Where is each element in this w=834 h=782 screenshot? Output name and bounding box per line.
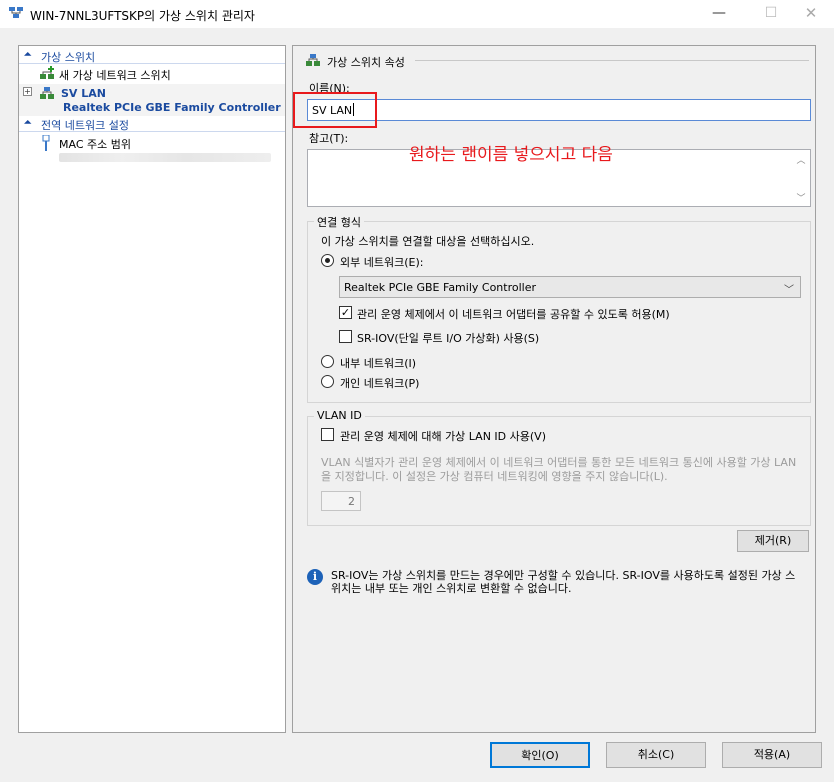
sriov-label: SR-IOV(단일 루트 I/O 가상화) 사용(S): [357, 332, 540, 345]
internal-network-radio[interactable]: [321, 355, 334, 368]
section-global-network[interactable]: ⏶ 전역 네트워크 설정: [19, 116, 285, 132]
section-label: 가상 스위치: [41, 51, 96, 64]
switch-tree-pane: ⏶ 가상 스위치 새 가상 네트워크 스위치 + SV LAN Realtek …: [18, 45, 286, 733]
network-switch-icon: [306, 54, 320, 66]
expand-icon[interactable]: +: [23, 87, 32, 96]
vlan-enable-checkbox[interactable]: [321, 428, 334, 441]
properties-title: 가상 스위치 속성: [327, 56, 405, 69]
allow-share-label: 관리 운영 체제에서 이 네트워크 어댑터를 공유할 수 있도록 허용(M): [357, 308, 670, 321]
ok-button[interactable]: 확인(O): [490, 742, 590, 768]
switch-properties-pane: 가상 스위치 속성 이름(N): SV LAN 참고(T): ︿ ﹀ 원하는 랜…: [292, 45, 816, 733]
highlight-box: [293, 92, 377, 128]
sv-lan-switch-item[interactable]: + SV LAN Realtek PCIe GBE Family Control…: [19, 84, 285, 116]
virtual-switch-icon: [9, 7, 23, 18]
remove-button[interactable]: 제거(R): [737, 530, 809, 552]
collapse-arrow-icon[interactable]: ⏶: [24, 118, 31, 128]
sv-lan-name: SV LAN: [61, 87, 106, 100]
external-network-label: 외부 네트워크(E):: [340, 256, 424, 269]
window-title: WIN-7NNL3UFTSKP의 가상 스위치 관리자: [30, 9, 255, 23]
sriov-info-text: SR-IOV는 가상 스위치를 만드는 경우에만 구성할 수 있습니다. SR-…: [331, 569, 796, 595]
vlan-id-input[interactable]: 2: [321, 491, 361, 511]
connection-description: 이 가상 스위치를 연결할 대상을 선택하십시오.: [321, 235, 535, 248]
notes-label: 참고(T):: [309, 132, 349, 145]
vlan-enable-label: 관리 운영 체제에 대해 가상 LAN ID 사용(V): [340, 430, 546, 443]
sriov-checkbox[interactable]: [339, 330, 352, 343]
title-bar: WIN-7NNL3UFTSKP의 가상 스위치 관리자 — ☐ ✕: [0, 0, 834, 28]
collapse-arrow-icon[interactable]: ⏶: [24, 50, 31, 60]
sv-lan-adapter: Realtek PCIe GBE Family Controller: [63, 101, 281, 114]
scroll-up-icon[interactable]: ︿: [795, 153, 807, 166]
new-virtual-switch-item[interactable]: 새 가상 네트워크 스위치: [19, 65, 285, 83]
network-switch-icon: [40, 87, 54, 99]
close-button[interactable]: ✕: [788, 0, 834, 28]
minimize-button[interactable]: —: [696, 0, 742, 28]
adapter-select[interactable]: Realtek PCIe GBE Family Controller ﹀: [339, 276, 801, 298]
network-cable-icon: [42, 135, 50, 151]
section-virtual-switches[interactable]: ⏶ 가상 스위치: [19, 48, 285, 64]
scroll-down-icon[interactable]: ﹀: [795, 191, 807, 204]
adapter-selected-value: Realtek PCIe GBE Family Controller: [344, 281, 537, 294]
mac-address-range-item[interactable]: MAC 주소 범위: [19, 135, 285, 153]
internal-network-label: 내부 네트워크(I): [340, 357, 417, 370]
redacted-mac-value: [59, 153, 271, 162]
vlan-description: VLAN 식별자가 관리 운영 체제에서 이 네트워크 어댑터를 통한 모든 네…: [321, 456, 797, 483]
external-network-radio[interactable]: [321, 254, 334, 267]
header-divider: [415, 60, 809, 61]
name-input[interactable]: SV LAN: [307, 99, 811, 121]
annotation-text: 원하는 랜이름 넣으시고 다음: [409, 145, 613, 165]
new-switch-icon: [40, 66, 54, 79]
info-icon: i: [307, 569, 323, 585]
section-label: 전역 네트워크 설정: [41, 119, 129, 132]
connection-type-title: 연결 형식: [314, 214, 364, 230]
mac-range-label: MAC 주소 범위: [59, 138, 131, 151]
private-network-radio[interactable]: [321, 375, 334, 388]
allow-share-checkbox[interactable]: ✓: [339, 306, 352, 319]
vlan-id-title: VLAN ID: [314, 409, 365, 422]
cancel-button[interactable]: 취소(C): [606, 742, 706, 768]
private-network-label: 개인 네트워크(P): [340, 377, 420, 390]
apply-button[interactable]: 적용(A): [722, 742, 822, 768]
chevron-down-icon: ﹀: [784, 285, 794, 296]
new-switch-label: 새 가상 네트워크 스위치: [59, 69, 171, 82]
